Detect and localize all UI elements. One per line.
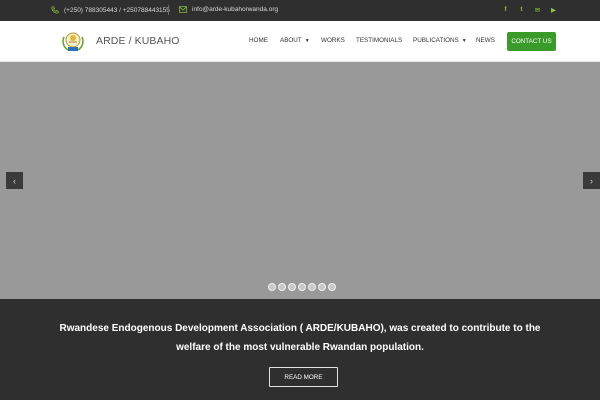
- intro-text: Rwandese Endogenous Development Associat…: [40, 319, 560, 357]
- contact-us-button[interactable]: CONTACT US: [507, 32, 556, 51]
- site-header: ARDE / KUBAHO HOME ABOUT ▼ WORKS TESTIMO…: [0, 21, 600, 62]
- slider-dot[interactable]: [268, 283, 276, 291]
- nav-label: ABOUT: [280, 37, 302, 44]
- phone-contact: (+250) 788305443 / +250788443155: [51, 6, 170, 14]
- slider-dot[interactable]: [318, 283, 326, 291]
- nav-item-home[interactable]: HOME: [249, 37, 268, 44]
- chevron-left-icon: ‹: [13, 175, 16, 186]
- nav-item-about[interactable]: ABOUT ▼: [280, 37, 310, 44]
- nav-item-works[interactable]: WORKS: [321, 37, 345, 44]
- top-bar: (+250) 788305443 / +250788443155 info@ar…: [0, 0, 600, 21]
- slider-prev-button[interactable]: ‹: [6, 172, 23, 189]
- twitter-icon[interactable]: t: [518, 5, 525, 14]
- nav-label: NEWS: [476, 37, 495, 44]
- facebook-icon[interactable]: f: [502, 5, 509, 14]
- nav-item-publications[interactable]: PUBLICATIONS ▼: [413, 37, 467, 44]
- intro-line: welfare of the most vulnerable Rwandan p…: [176, 342, 424, 353]
- topbar-divider: [168, 5, 169, 15]
- nav-label: PUBLICATIONS: [413, 37, 459, 44]
- nav-label: TESTIMONIALS: [356, 37, 403, 44]
- email-icon[interactable]: ✉: [534, 5, 541, 14]
- slider-dot[interactable]: [328, 283, 336, 291]
- chevron-down-icon: ▼: [461, 37, 467, 44]
- read-more-button[interactable]: READ MORE: [269, 367, 338, 387]
- hero-slider: ‹ ›: [0, 62, 600, 299]
- slider-dot[interactable]: [298, 283, 306, 291]
- nav-label: WORKS: [321, 37, 345, 44]
- social-links: f t ✉ ▶: [502, 5, 557, 14]
- slider-dot[interactable]: [288, 283, 296, 291]
- slider-next-button[interactable]: ›: [583, 172, 600, 189]
- nav-item-news[interactable]: NEWS: [476, 37, 495, 44]
- envelope-icon: [179, 6, 187, 13]
- intro-section: Rwandese Endogenous Development Associat…: [0, 299, 600, 400]
- chevron-down-icon: ▼: [304, 37, 310, 44]
- phone-text: (+250) 788305443 / +250788443155: [64, 6, 170, 14]
- slider-dot[interactable]: [308, 283, 316, 291]
- nav-label: HOME: [249, 37, 268, 44]
- chevron-right-icon: ›: [590, 175, 593, 186]
- slider-pagination: [268, 283, 336, 291]
- slider-dot[interactable]: [278, 283, 286, 291]
- email-contact[interactable]: info@arde-kubahorwanda.org: [179, 6, 278, 13]
- phone-icon: [51, 6, 59, 14]
- nav-item-testimonials[interactable]: TESTIMONIALS: [356, 37, 402, 44]
- intro-line: Rwandese Endogenous Development Associat…: [59, 323, 541, 334]
- email-text[interactable]: info@arde-kubahorwanda.org: [192, 6, 278, 13]
- youtube-icon[interactable]: ▶: [550, 5, 557, 14]
